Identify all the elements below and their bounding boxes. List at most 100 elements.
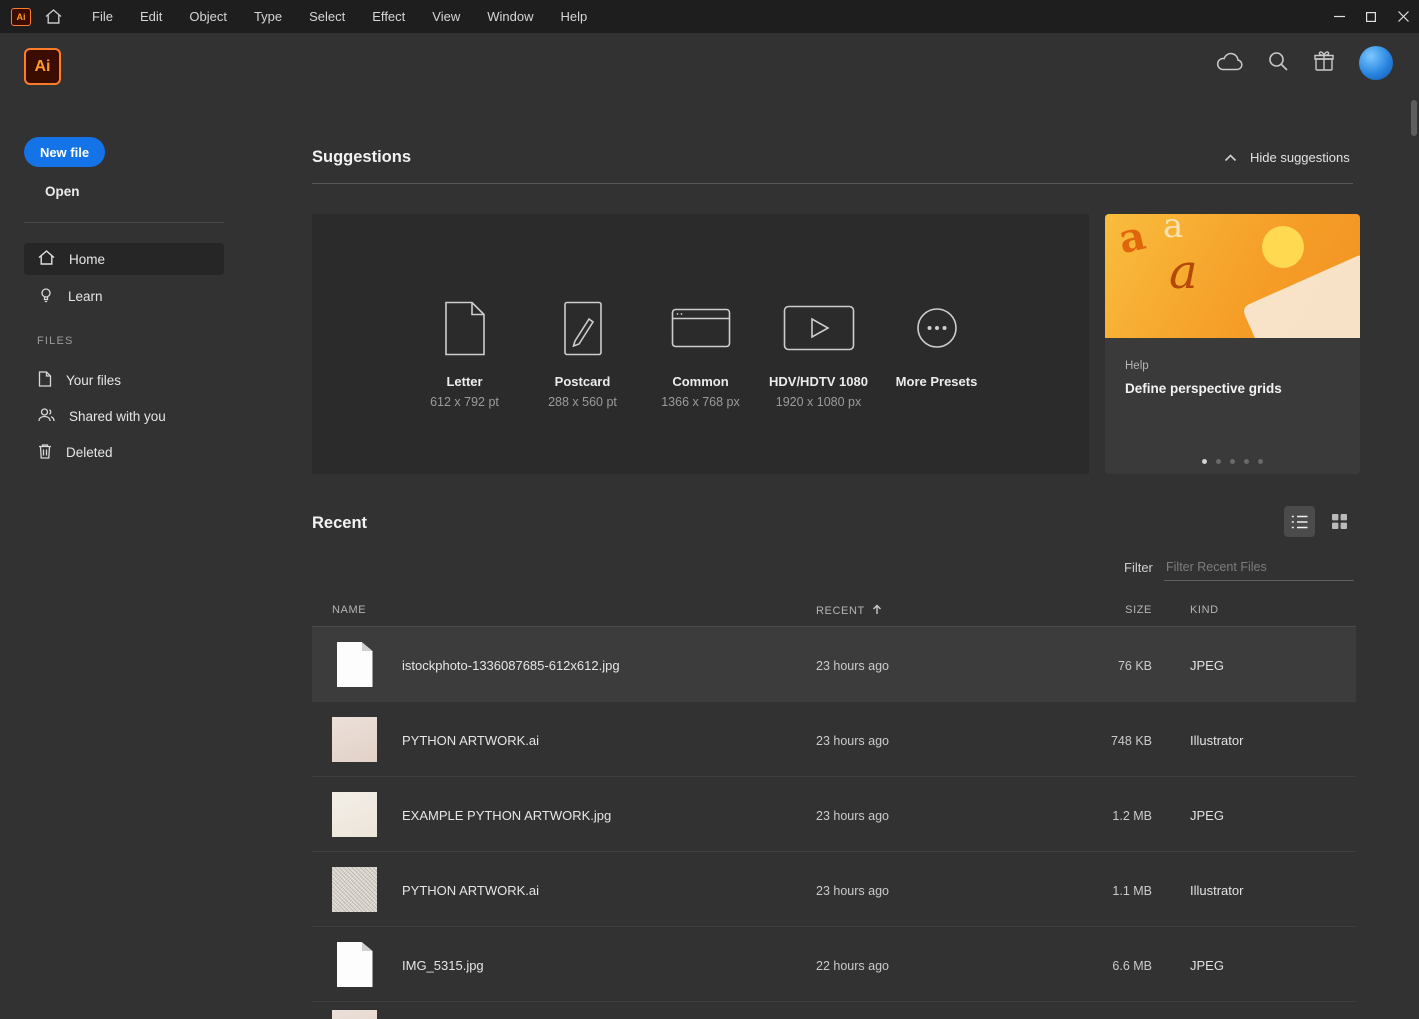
menu-select[interactable]: Select	[309, 9, 345, 24]
sidebar-item-label: Your files	[66, 372, 122, 388]
trash-icon	[38, 443, 52, 462]
file-name: IMG_5315.jpg	[402, 958, 484, 973]
table-row[interactable]: PYTHON ARTWORK.ai 23 hours ago 748 KB Il…	[312, 702, 1356, 777]
menu-type[interactable]: Type	[254, 9, 282, 24]
preset-dimensions: 612 x 792 pt	[430, 395, 499, 409]
browser-window-icon	[671, 296, 731, 360]
menu-help[interactable]: Help	[560, 9, 587, 24]
close-button[interactable]	[1387, 0, 1419, 33]
help-card[interactable]: a a a Help Define perspective grids	[1105, 214, 1360, 474]
menu-view[interactable]: View	[432, 9, 460, 24]
list-view-button[interactable]	[1284, 506, 1315, 537]
file-recent: 23 hours ago	[816, 809, 889, 823]
carousel-dot[interactable]	[1230, 459, 1235, 464]
help-card-title: Define perspective grids	[1125, 381, 1282, 396]
preset-postcard[interactable]: Postcard 288 x 560 pt	[524, 296, 642, 410]
table-row[interactable]: IMG_5315.jpg 22 hours ago 6.6 MB JPEG	[312, 927, 1356, 1002]
filter-input[interactable]	[1164, 553, 1354, 581]
sun-shape	[1262, 226, 1304, 268]
carousel-dot[interactable]	[1244, 459, 1249, 464]
lightbulb-icon	[38, 287, 54, 306]
file-size: 1.1 MB	[1112, 884, 1152, 898]
file-kind: Illustrator	[1190, 883, 1244, 898]
preset-letter[interactable]: Letter 612 x 792 pt	[406, 296, 524, 410]
table-row[interactable]	[312, 1002, 1356, 1019]
preset-dimensions: 1920 x 1080 px	[775, 395, 862, 409]
sidebar-item-shared-with-you[interactable]: Shared with you	[24, 400, 224, 432]
file-name: PYTHON ARTWORK.ai	[402, 733, 540, 748]
presets-panel: Letter 612 x 792 pt Postcard 288 x 560 p…	[312, 214, 1089, 474]
file-name: istockphoto-1336087685-612x612.jpg	[402, 658, 620, 673]
carousel-dot[interactable]	[1202, 459, 1207, 464]
minimize-button[interactable]	[1323, 0, 1355, 33]
people-icon	[38, 407, 55, 425]
preset-hdv[interactable]: HDV/HDTV 1080 1920 x 1080 px	[760, 296, 878, 410]
menu-file[interactable]: File	[92, 9, 113, 24]
filter-label: Filter	[1124, 560, 1153, 575]
brush-document-icon	[563, 296, 603, 360]
app-logo-icon: Ai	[11, 7, 31, 26]
recent-table-header: NAME RECENT SIZE KIND	[312, 596, 1356, 627]
preset-label: More Presets	[895, 374, 978, 389]
document-icon	[443, 296, 487, 360]
avatar[interactable]	[1359, 46, 1393, 80]
file-kind: JPEG	[1190, 958, 1224, 973]
column-header-name[interactable]: NAME	[332, 604, 366, 616]
column-header-size[interactable]: SIZE	[1082, 604, 1152, 616]
sidebar-item-label: Home	[69, 251, 106, 267]
menu-effect[interactable]: Effect	[372, 9, 405, 24]
file-thumbnail	[332, 1010, 377, 1019]
column-header-kind[interactable]: KIND	[1190, 604, 1219, 616]
sidebar-item-your-files[interactable]: Your files	[24, 364, 224, 396]
recent-file-list: istockphoto-1336087685-612x612.jpg 23 ho…	[312, 627, 1356, 1019]
grid-view-button[interactable]	[1324, 506, 1355, 537]
home-icon[interactable]	[45, 9, 62, 24]
illustrator-logo: Ai	[24, 48, 61, 85]
preset-dimensions: 1366 x 768 px	[661, 395, 740, 409]
menu-bar: File Edit Object Type Select Effect View…	[92, 9, 587, 24]
file-kind: JPEG	[1190, 658, 1224, 673]
open-button[interactable]: Open	[45, 184, 80, 199]
sidebar-item-deleted[interactable]: Deleted	[24, 436, 224, 468]
scrollbar[interactable]	[1411, 100, 1417, 136]
file-recent: 23 hours ago	[816, 884, 889, 898]
table-row[interactable]: PYTHON ARTWORK.ai 23 hours ago 1.1 MB Il…	[312, 852, 1356, 927]
search-icon[interactable]	[1267, 50, 1289, 77]
menu-window[interactable]: Window	[487, 9, 533, 24]
help-card-illustration: a a a	[1105, 214, 1360, 338]
preset-label: Postcard	[554, 374, 611, 389]
file-thumbnail	[332, 642, 377, 687]
menu-object[interactable]: Object	[189, 9, 227, 24]
file-name: EXAMPLE PYTHON ARTWORK.jpg	[402, 808, 612, 823]
sidebar-item-home[interactable]: Home	[24, 243, 224, 275]
table-row[interactable]: istockphoto-1336087685-612x612.jpg 23 ho…	[312, 627, 1356, 702]
carousel-dot[interactable]	[1258, 459, 1263, 464]
more-presets-button[interactable]: More Presets	[878, 296, 996, 410]
help-card-body: Help Define perspective grids	[1105, 338, 1360, 396]
preset-label: Letter	[446, 374, 483, 389]
maximize-button[interactable]	[1355, 0, 1387, 33]
cloud-icon[interactable]	[1216, 51, 1243, 76]
paper-shape	[1241, 253, 1360, 338]
file-icon	[38, 370, 52, 390]
file-recent: 23 hours ago	[816, 659, 889, 673]
file-thumbnail	[332, 792, 377, 837]
menu-edit[interactable]: Edit	[140, 9, 162, 24]
preset-common[interactable]: Common 1366 x 768 px	[642, 296, 760, 410]
column-header-recent[interactable]: RECENT	[816, 604, 882, 618]
header-icons	[1216, 46, 1393, 80]
file-kind: JPEG	[1190, 808, 1224, 823]
carousel-dot[interactable]	[1216, 459, 1221, 464]
video-play-icon	[783, 296, 855, 360]
hide-suggestions-button[interactable]: Hide suggestions	[1224, 150, 1350, 165]
letter-a-shape: a	[1169, 244, 1198, 300]
window-controls	[1323, 0, 1419, 33]
recent-heading: Recent	[312, 514, 368, 532]
gift-icon[interactable]	[1313, 50, 1335, 77]
file-size: 6.6 MB	[1112, 959, 1152, 973]
preset-label: HDV/HDTV 1080	[769, 374, 868, 389]
new-file-button[interactable]: New file	[24, 137, 105, 167]
sidebar-item-learn[interactable]: Learn	[24, 280, 224, 312]
sort-ascending-icon	[872, 604, 882, 618]
table-row[interactable]: EXAMPLE PYTHON ARTWORK.jpg 23 hours ago …	[312, 777, 1356, 852]
